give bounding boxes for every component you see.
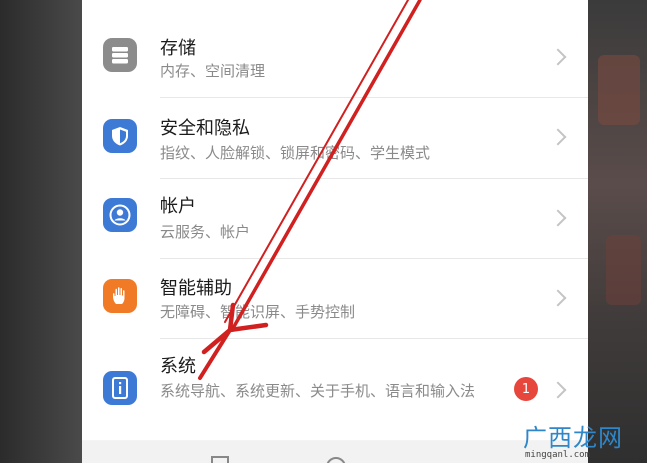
settings-item-subtitle: 系统导航、系统更新、关于手机、语言和输入法: [160, 382, 476, 400]
hand-icon: [103, 279, 137, 313]
settings-item-smart-assist[interactable]: 智能辅助 无障碍、智能识屏、手势控制: [82, 258, 588, 338]
settings-item-title: 系统: [160, 356, 196, 377]
settings-item-title: 安全和隐私: [160, 118, 250, 139]
background-left: [0, 0, 82, 463]
settings-screen: 存储 内存、空间清理 安全和隐私 指纹、人脸解锁、锁屏和密码、学生模式 帐户 云…: [82, 0, 588, 463]
settings-list: 存储 内存、空间清理 安全和隐私 指纹、人脸解锁、锁屏和密码、学生模式 帐户 云…: [82, 0, 588, 440]
settings-item-subtitle: 指纹、人脸解锁、锁屏和密码、学生模式: [160, 144, 431, 162]
settings-item-title: 存储: [160, 38, 196, 59]
account-icon: [103, 198, 137, 232]
settings-item-subtitle: 云服务、帐户: [160, 223, 251, 241]
settings-item-account[interactable]: 帐户 云服务、帐户: [82, 178, 588, 258]
watermark-text: 广西龙网: [523, 424, 623, 452]
storage-icon: [103, 38, 137, 72]
chevron-right-icon: [549, 289, 567, 307]
settings-item-storage[interactable]: 存储 内存、空间清理: [82, 18, 588, 98]
settings-item-security[interactable]: 安全和隐私 指纹、人脸解锁、锁屏和密码、学生模式: [82, 98, 588, 178]
chevron-right-icon: [549, 381, 567, 399]
shield-icon: [103, 119, 137, 153]
background-blob: [606, 235, 641, 305]
settings-item-subtitle: 内存、空间清理: [160, 62, 266, 80]
system-info-icon: [103, 371, 137, 405]
chevron-right-icon: [549, 48, 567, 66]
settings-item-title: 帐户: [160, 196, 196, 217]
watermark: 广西龙网 mingqanl.com: [515, 418, 647, 463]
background-right: [588, 0, 647, 463]
chevron-right-icon: [549, 128, 567, 146]
watermark-url: mingqanl.com: [525, 450, 591, 460]
settings-item-title: 智能辅助: [160, 278, 232, 299]
bottom-nav-partial: [82, 441, 588, 463]
settings-item-system[interactable]: 系统 系统导航、系统更新、关于手机、语言和输入法 1: [82, 338, 588, 438]
chevron-right-icon: [549, 209, 567, 227]
settings-item-subtitle: 无障碍、智能识屏、手势控制: [160, 303, 356, 321]
background-blob: [598, 55, 640, 125]
notification-badge: 1: [514, 377, 538, 401]
